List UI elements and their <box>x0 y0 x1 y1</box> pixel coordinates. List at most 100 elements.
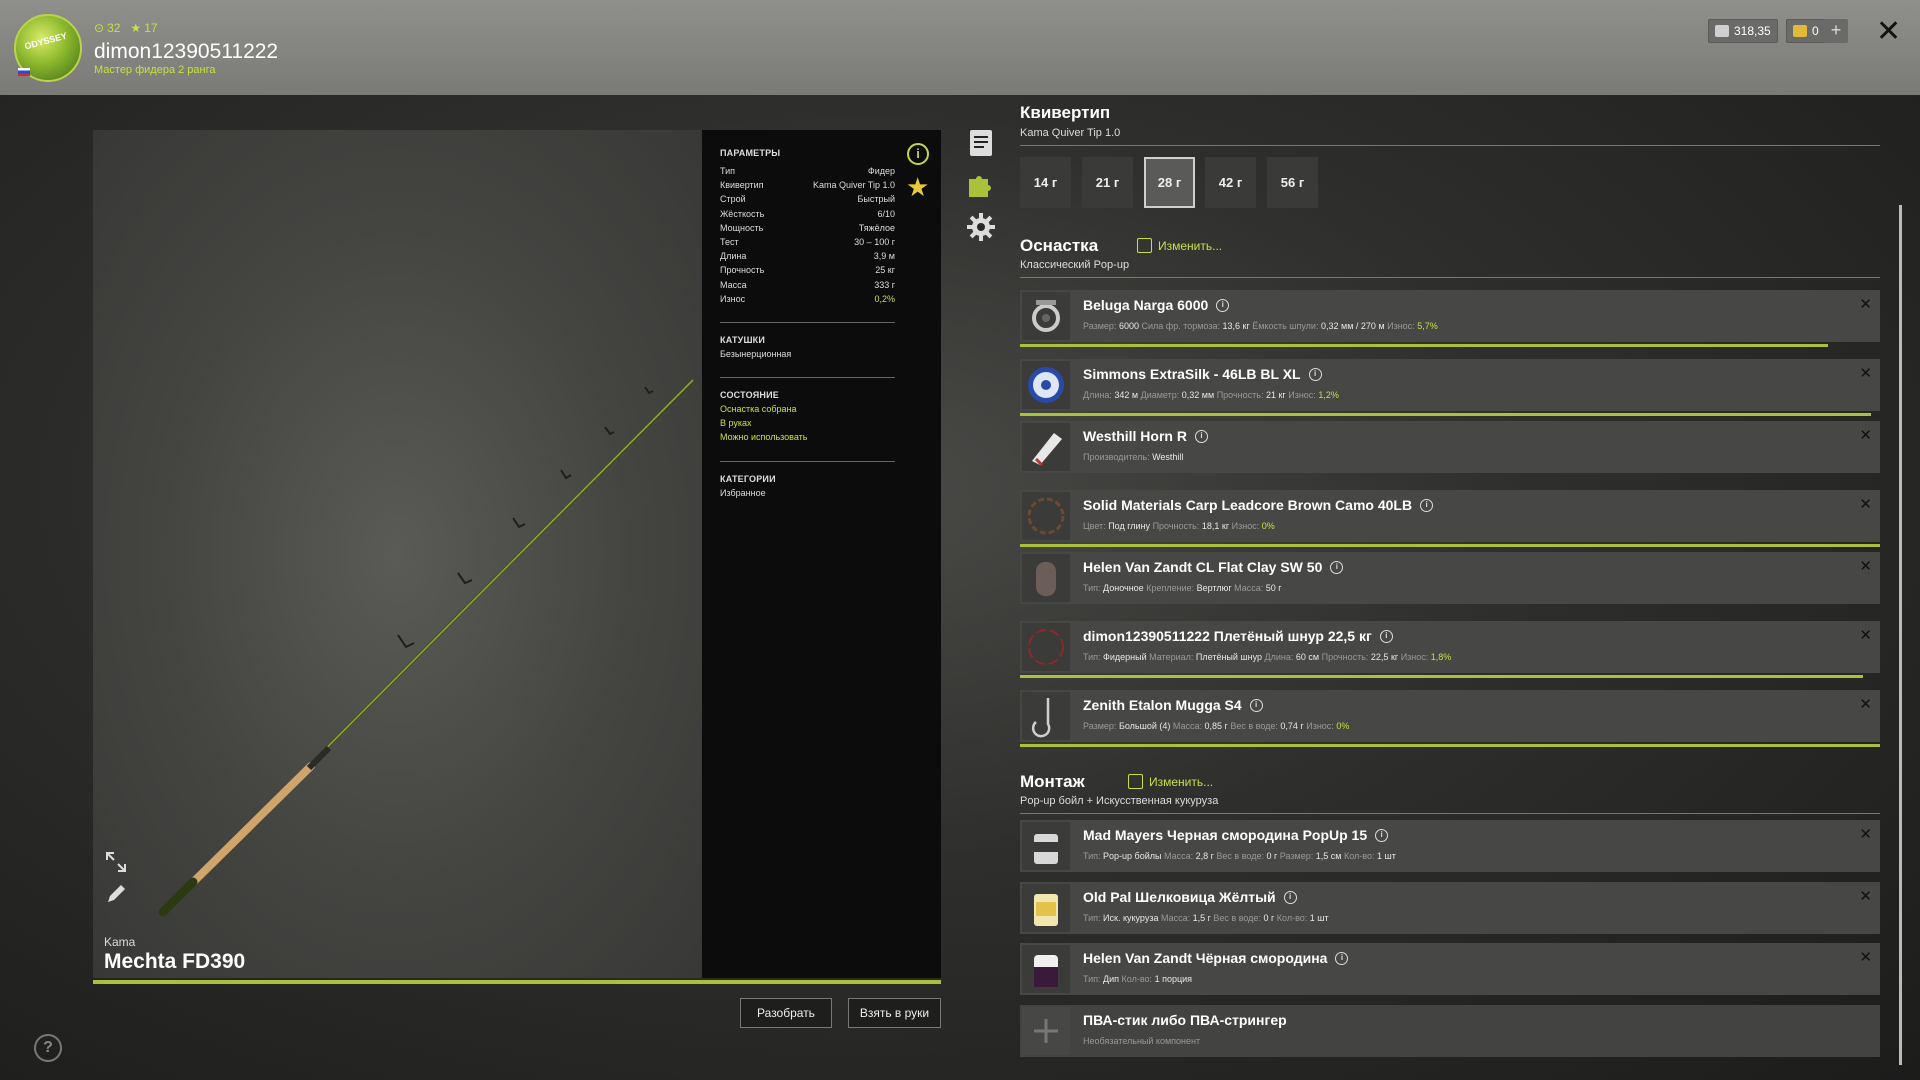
detail-label: Размер: <box>1279 851 1314 861</box>
info-icon[interactable]: i <box>1379 629 1393 643</box>
section-divider <box>1020 145 1880 146</box>
item-name: Westhill Horn R i <box>1083 428 1208 444</box>
remove-icon[interactable]: ✕ <box>1859 495 1872 513</box>
param-row: Мощность Тяжёлое <box>720 221 895 235</box>
quiver-weight-button[interactable]: 28 г <box>1144 157 1195 208</box>
detail-label: Прочность: <box>1152 521 1200 531</box>
item-row[interactable]: dimon12390511222 Плетёный шнур 22,5 кг i Т… <box>1020 621 1880 678</box>
detail-label: Тип: <box>1083 974 1101 984</box>
section-divider <box>1020 277 1880 278</box>
detail-label: Тип: <box>1083 851 1101 861</box>
item-row[interactable]: Helen Van Zandt CL Flat Clay SW 50 i Тип: … <box>1020 552 1880 604</box>
quiver-weight-button[interactable]: 56 г <box>1267 157 1318 208</box>
quiver-weight-button[interactable]: 14 г <box>1020 157 1071 208</box>
gear-icon[interactable] <box>966 212 996 242</box>
rig-change-link[interactable]: Изменить... <box>1128 774 1213 789</box>
item-row[interactable]: Zenith Etalon Mugga S4 i Размер: Большой (… <box>1020 690 1880 747</box>
info-icon[interactable]: i <box>1330 560 1344 574</box>
info-icon[interactable]: i <box>1335 951 1349 965</box>
item-name: Helen Van Zandt CL Flat Clay SW 50 i <box>1083 559 1344 575</box>
pencil-icon[interactable] <box>104 882 128 906</box>
wear-bar <box>1020 344 1828 347</box>
item-row[interactable]: Solid Materials Carp Leadcore Brown Camo… <box>1020 490 1880 547</box>
take-in-hands-button[interactable]: Взять в руки <box>848 998 941 1028</box>
close-icon[interactable]: ✕ <box>1876 14 1901 49</box>
item-row[interactable]: Beluga Narga 6000 i Размер: 6000 Сила фр. … <box>1020 290 1880 347</box>
remove-icon[interactable]: ✕ <box>1859 825 1872 843</box>
detail-value: 1 шт <box>1309 913 1329 923</box>
reels-title: КАТУШКИ <box>720 334 766 345</box>
tackle-change-link[interactable]: Изменить... <box>1137 238 1222 253</box>
info-icon[interactable]: i <box>1216 298 1230 312</box>
player-avatar[interactable]: ODYSSEY <box>14 14 82 82</box>
wear-bar <box>1020 544 1880 547</box>
player-rank: Мастер фидера 2 ранга <box>94 64 216 76</box>
quiver-weight-button[interactable]: 42 г <box>1205 157 1256 208</box>
expand-icon[interactable] <box>104 850 128 874</box>
help-icon[interactable]: ? <box>34 1034 62 1062</box>
item-name-text: Helen Van Zandt Чёрная смородина <box>1083 950 1328 966</box>
quiver-weight-button[interactable]: 21 г <box>1082 157 1133 208</box>
remove-icon[interactable]: ✕ <box>1859 887 1872 905</box>
detail-label: Тип: <box>1083 913 1101 923</box>
item-row[interactable]: Westhill Horn R i Производитель: Westhill … <box>1020 421 1880 473</box>
info-icon[interactable]: i <box>1420 498 1434 512</box>
param-key: Квивертип <box>720 180 764 191</box>
info-icon[interactable]: i <box>907 143 929 165</box>
logo-text: ODYSSEY <box>23 30 69 52</box>
detail-value: 21 кг <box>1265 390 1286 400</box>
categories-title: КАТЕГОРИИ <box>720 473 776 484</box>
favorite-star-icon[interactable]: ★ <box>906 172 929 203</box>
categories-value: Избранное <box>720 487 766 498</box>
item-name-text: Simmons ExtraSilk - 46LB BL XL <box>1083 366 1301 382</box>
scrollbar[interactable] <box>1899 205 1902 1065</box>
detail-value: 342 м <box>1114 390 1139 400</box>
info-icon[interactable]: i <box>1249 698 1263 712</box>
param-row: Строй Быстрый <box>720 192 895 206</box>
remove-icon[interactable]: ✕ <box>1859 364 1872 382</box>
remove-icon[interactable]: ✕ <box>1859 948 1872 966</box>
divider <box>720 460 895 462</box>
detail-label: Кол-во: <box>1343 851 1375 861</box>
detail-value: 0% <box>1336 721 1350 731</box>
remove-icon[interactable]: ✕ <box>1859 557 1872 575</box>
param-value: 25 кг <box>875 265 895 276</box>
wear-bar <box>1020 675 1863 678</box>
wear-bar <box>1020 744 1880 747</box>
info-icon[interactable]: i <box>1375 828 1389 842</box>
param-value: Kama Quiver Tip 1.0 <box>812 180 895 191</box>
param-key: Прочность <box>720 265 765 276</box>
add-currency-button[interactable]: + <box>1824 19 1848 43</box>
item-row[interactable]: ПВА-стик либо ПВА-стрингер Необязательный… <box>1020 1005 1880 1057</box>
info-icon[interactable]: i <box>1308 367 1322 381</box>
detail-label: Тип: <box>1083 652 1101 662</box>
item-details: Производитель: Westhill <box>1083 452 1183 462</box>
detail-value: Большой (4) <box>1118 721 1171 731</box>
remove-icon[interactable]: ✕ <box>1859 295 1872 313</box>
detail-value: Westhill <box>1152 452 1184 462</box>
remove-icon[interactable]: ✕ <box>1859 626 1872 644</box>
info-icon[interactable]: i <box>1194 429 1208 443</box>
detail-label: Масса: <box>1163 851 1194 861</box>
info-icon[interactable]: i <box>1283 890 1297 904</box>
item-row[interactable]: Simmons ExtraSilk - 46LB BL XL i Длина: 34… <box>1020 359 1880 416</box>
puzzle-icon[interactable] <box>966 170 996 200</box>
divider <box>720 321 895 323</box>
remove-icon[interactable]: ✕ <box>1859 695 1872 713</box>
detail-value: Доночное <box>1103 583 1144 593</box>
remove-icon[interactable]: ✕ <box>1859 426 1872 444</box>
item-row[interactable]: Helen Van Zandt Чёрная смородина i Тип: Ди… <box>1020 943 1880 995</box>
detail-value: 0,74 г <box>1280 721 1304 731</box>
state-title: СОСТОЯНИЕ <box>720 390 779 401</box>
item-row[interactable]: Mad Mayers Черная смородина PopUp 15 i Тип… <box>1020 820 1880 872</box>
param-row: Жёсткость 6/10 <box>720 207 895 221</box>
item-name-text: Zenith Etalon Mugga S4 <box>1083 697 1242 713</box>
disassemble-button[interactable]: Разобрать <box>740 998 832 1028</box>
boilie-jar-icon <box>1022 822 1070 870</box>
rod-preview[interactable] <box>93 130 702 978</box>
detail-label: Износ: <box>1231 521 1260 531</box>
gold-currency: 0 <box>1786 19 1826 43</box>
document-icon[interactable] <box>966 128 996 158</box>
item-row[interactable]: Old Pal Шелковица Жёлтый i Тип: Иск. кукур… <box>1020 882 1880 934</box>
detail-value: Иск. кукуруза <box>1103 913 1159 923</box>
